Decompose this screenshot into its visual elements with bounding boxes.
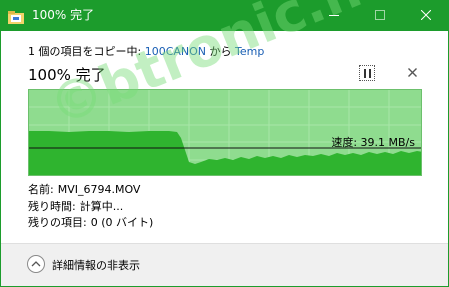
- items-remaining-value: 0 (0 バイト): [90, 216, 154, 229]
- file-name-row: 名前: MVI_6794.MOV: [28, 181, 140, 197]
- time-remaining-value: 計算中...: [79, 200, 124, 213]
- time-remaining-label: 残り時間:: [28, 200, 76, 213]
- toggle-details-label: 詳細情報の非表示: [52, 259, 140, 272]
- close-window-button[interactable]: [403, 0, 449, 31]
- copy-folder-icon: [8, 9, 24, 24]
- source-folder-link[interactable]: 100CANON: [145, 45, 206, 58]
- cancel-button[interactable]: [405, 65, 421, 81]
- time-remaining-row: 残り時間: 計算中...: [28, 198, 123, 214]
- minimize-button[interactable]: [311, 0, 357, 31]
- items-remaining-row: 残りの項目: 0 (0 バイト): [28, 214, 153, 230]
- copy-prefix: 1 個の項目をコピー中:: [28, 45, 145, 58]
- destination-folder-link[interactable]: Temp: [235, 45, 264, 58]
- progress-heading: 100% 完了: [28, 66, 106, 84]
- copy-description: 1 個の項目をコピー中: 100CANON から Temp: [28, 43, 264, 59]
- pause-button[interactable]: [359, 65, 375, 81]
- window-title: 100% 完了: [32, 8, 95, 22]
- copy-connector: から: [206, 45, 236, 58]
- speed-graph-svg: [29, 90, 421, 175]
- title-bar: 100% 完了: [0, 0, 449, 31]
- chevron-up-icon: [27, 255, 45, 273]
- maximize-button[interactable]: [357, 0, 403, 31]
- items-remaining-label: 残りの項目:: [28, 216, 87, 229]
- transfer-speed-graph: 速度: 39.1 MB/s: [28, 89, 422, 176]
- dialog-footer: 詳細情報の非表示: [1, 243, 448, 286]
- file-name-label: 名前:: [28, 183, 54, 196]
- file-name-value: MVI_6794.MOV: [57, 183, 141, 196]
- speed-label: 速度: 39.1 MB/s: [331, 136, 415, 149]
